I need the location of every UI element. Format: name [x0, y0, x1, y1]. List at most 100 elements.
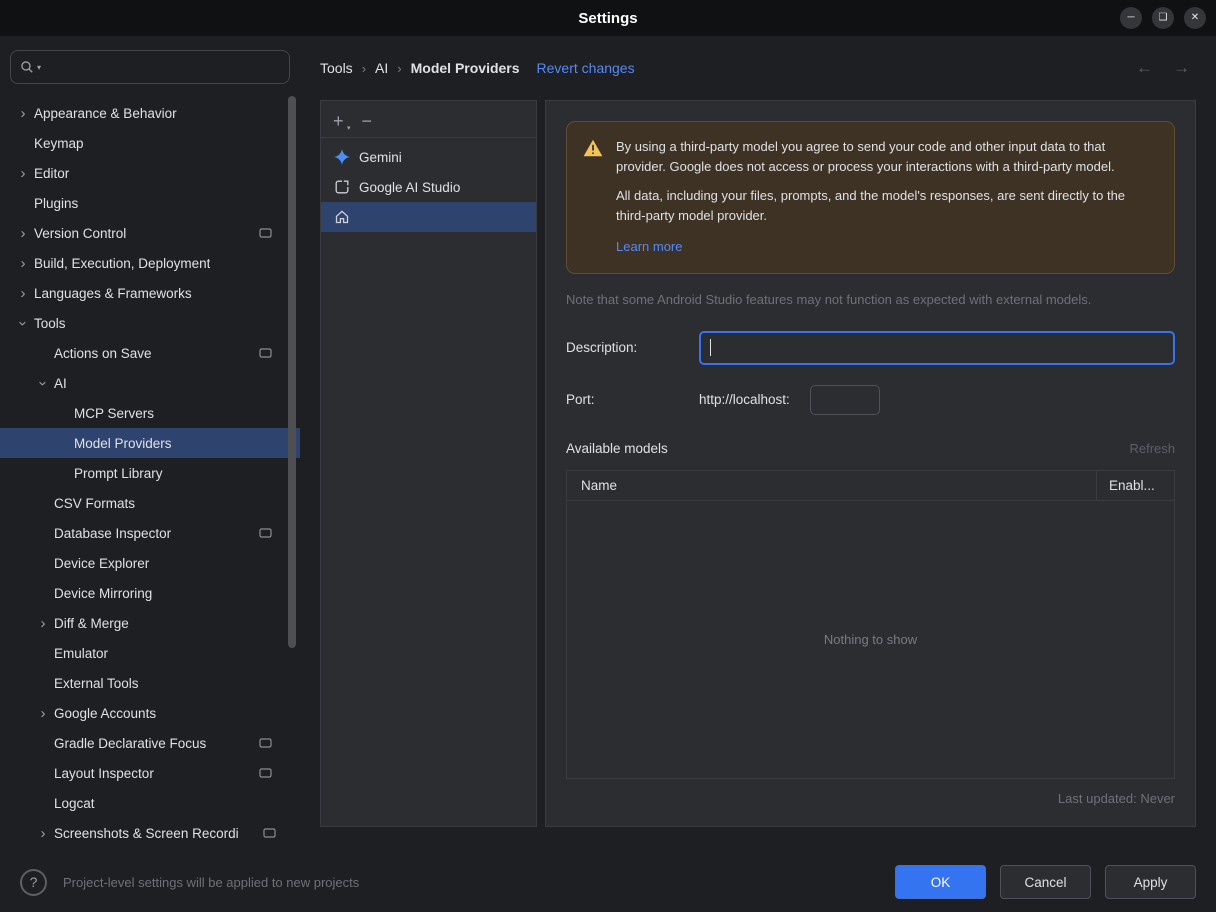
- breadcrumb-ai[interactable]: AI: [375, 60, 388, 76]
- port-url-prefix: http://localhost:: [699, 392, 790, 407]
- sidebar-item-label: Actions on Save: [54, 345, 152, 361]
- search-history-caret-icon[interactable]: ▾: [37, 63, 41, 72]
- settings-sidebar: ▾ › Appearance & Behavior Keymap › Edito…: [0, 36, 300, 852]
- sidebar-item-keymap[interactable]: Keymap: [0, 128, 300, 158]
- history-nav: ← →: [1136, 58, 1190, 78]
- port-row: Port: http://localhost:: [566, 384, 1175, 415]
- breadcrumb-model-providers: Model Providers: [410, 60, 520, 76]
- chevron-right-icon[interactable]: ›: [12, 106, 34, 121]
- gemini-icon: [334, 149, 350, 165]
- models-table-body: Nothing to show: [567, 501, 1174, 779]
- chevron-right-icon[interactable]: ›: [12, 166, 34, 181]
- column-header-name[interactable]: Name: [567, 471, 1096, 500]
- settings-search-input[interactable]: [44, 59, 280, 75]
- sidebar-item-prompt-library[interactable]: Prompt Library: [0, 458, 300, 488]
- screen-settings-icon: [259, 527, 272, 539]
- sidebar-item-external-tools[interactable]: External Tools: [0, 668, 300, 698]
- description-label: Description:: [566, 340, 638, 355]
- remove-provider-button[interactable]: −: [362, 112, 373, 130]
- close-button[interactable]: ✕: [1184, 7, 1206, 29]
- column-header-enabled[interactable]: Enabl...: [1096, 470, 1174, 500]
- refresh-button[interactable]: Refresh: [1129, 441, 1175, 456]
- sidebar-item-label: MCP Servers: [74, 405, 155, 421]
- chevron-down-icon[interactable]: ›: [15, 312, 32, 334]
- sidebar-item-logcat[interactable]: Logcat: [0, 788, 300, 818]
- sidebar-item-label: Google Accounts: [54, 705, 157, 721]
- window-title: Settings: [578, 9, 638, 27]
- learn-more-link[interactable]: Learn more: [616, 237, 682, 257]
- sidebar-item-csv-formats[interactable]: CSV Formats: [0, 488, 300, 518]
- description-input[interactable]: [699, 330, 1175, 365]
- sidebar-item-actions-on-save[interactable]: Actions on Save: [0, 338, 300, 368]
- sidebar-item-version-control[interactable]: › Version Control: [0, 218, 300, 248]
- sidebar-item-label: Keymap: [34, 135, 84, 151]
- sidebar-item-label: Tools: [34, 315, 66, 331]
- warning-triangle-icon: [583, 139, 603, 257]
- sidebar-item-screenshots-screen-recording[interactable]: › Screenshots & Screen Recordi: [0, 818, 300, 848]
- provider-item-google-ai-studio[interactable]: Google AI Studio: [321, 172, 536, 202]
- port-input[interactable]: [809, 384, 880, 415]
- minimize-button[interactable]: ─: [1120, 7, 1142, 29]
- sidebar-item-model-providers[interactable]: Model Providers: [0, 428, 300, 458]
- chevron-down-icon[interactable]: ›: [35, 372, 52, 394]
- dialog-footer: ? Project-level settings will be applied…: [0, 852, 1216, 912]
- sidebar-item-google-accounts[interactable]: › Google Accounts: [0, 698, 300, 728]
- chevron-right-icon[interactable]: ›: [32, 616, 54, 631]
- home-icon: [334, 209, 350, 225]
- add-provider-button[interactable]: + ▾: [333, 112, 351, 132]
- breadcrumb-separator: ›: [397, 60, 402, 76]
- sidebar-item-appearance-behavior[interactable]: › Appearance & Behavior: [0, 98, 300, 128]
- sidebar-item-ai[interactable]: › AI: [0, 368, 300, 398]
- sidebar-item-device-explorer[interactable]: Device Explorer: [0, 548, 300, 578]
- sidebar-item-label: Emulator: [54, 645, 109, 661]
- maximize-button[interactable]: ❑: [1152, 7, 1174, 29]
- sidebar-item-languages-frameworks[interactable]: › Languages & Frameworks: [0, 278, 300, 308]
- cancel-button[interactable]: Cancel: [1000, 865, 1091, 899]
- sidebar-item-label: Prompt Library: [74, 465, 163, 481]
- sidebar-item-layout-inspector[interactable]: Layout Inspector: [0, 758, 300, 788]
- providers-list: Gemini Google AI Studio: [321, 138, 536, 232]
- provider-item-gemini[interactable]: Gemini: [321, 142, 536, 172]
- provider-item-new[interactable]: [321, 202, 536, 232]
- last-updated-text: Last updated: Never: [1057, 791, 1175, 806]
- chevron-right-icon[interactable]: ›: [12, 226, 34, 241]
- sidebar-item-mcp-servers[interactable]: MCP Servers: [0, 398, 300, 428]
- ok-button[interactable]: OK: [895, 865, 986, 899]
- chevron-right-icon[interactable]: ›: [12, 256, 34, 271]
- settings-body: ▾ › Appearance & Behavior Keymap › Edito…: [0, 36, 1216, 852]
- sidebar-item-database-inspector[interactable]: Database Inspector: [0, 518, 300, 548]
- sidebar-item-tools[interactable]: › Tools: [0, 308, 300, 338]
- forward-arrow-icon[interactable]: →: [1173, 58, 1190, 78]
- available-models-label: Available models: [566, 440, 668, 456]
- chevron-right-icon[interactable]: ›: [32, 826, 54, 841]
- sidebar-item-label: Screenshots & Screen Recordi: [54, 825, 239, 841]
- warning-paragraph-1: By using a third-party model you agree t…: [616, 139, 1115, 174]
- revert-changes-link[interactable]: Revert changes: [537, 60, 635, 76]
- sidebar-item-build-execution-deployment[interactable]: › Build, Execution, Deployment: [0, 248, 300, 278]
- sidebar-item-label: Plugins: [34, 195, 79, 211]
- chevron-right-icon[interactable]: ›: [12, 286, 34, 301]
- description-row: Description:: [566, 330, 1175, 365]
- sidebar-item-label: Device Mirroring: [54, 585, 153, 601]
- providers-toolbar: + ▾ −: [321, 101, 536, 138]
- port-label: Port:: [566, 392, 595, 407]
- settings-search-box[interactable]: ▾: [10, 50, 290, 84]
- chevron-right-icon[interactable]: ›: [32, 706, 54, 721]
- sidebar-item-editor[interactable]: › Editor: [0, 158, 300, 188]
- help-button[interactable]: ?: [20, 868, 47, 896]
- providers-list-panel: + ▾ − Gemini Google AI Studio: [320, 100, 537, 827]
- sidebar-scrollbar[interactable]: [288, 96, 296, 648]
- sidebar-item-plugins[interactable]: Plugins: [0, 188, 300, 218]
- models-table: Name Enabl... Nothing to show: [566, 469, 1175, 779]
- back-arrow-icon[interactable]: ←: [1136, 58, 1153, 78]
- empty-state-text: Nothing to show: [823, 631, 918, 647]
- sidebar-item-device-mirroring[interactable]: Device Mirroring: [0, 578, 300, 608]
- sidebar-item-label: Database Inspector: [54, 525, 172, 541]
- sidebar-item-emulator[interactable]: Emulator: [0, 638, 300, 668]
- sidebar-item-gradle-declarative-focus[interactable]: Gradle Declarative Focus: [0, 728, 300, 758]
- add-dropdown-caret-icon: ▾: [347, 125, 351, 132]
- sidebar-item-diff-merge[interactable]: › Diff & Merge: [0, 608, 300, 638]
- settings-window: Settings ─ ❑ ✕ ▾ › Appearance & Behavior: [0, 0, 1216, 912]
- apply-button[interactable]: Apply: [1105, 865, 1196, 899]
- breadcrumb-tools[interactable]: Tools: [320, 60, 353, 76]
